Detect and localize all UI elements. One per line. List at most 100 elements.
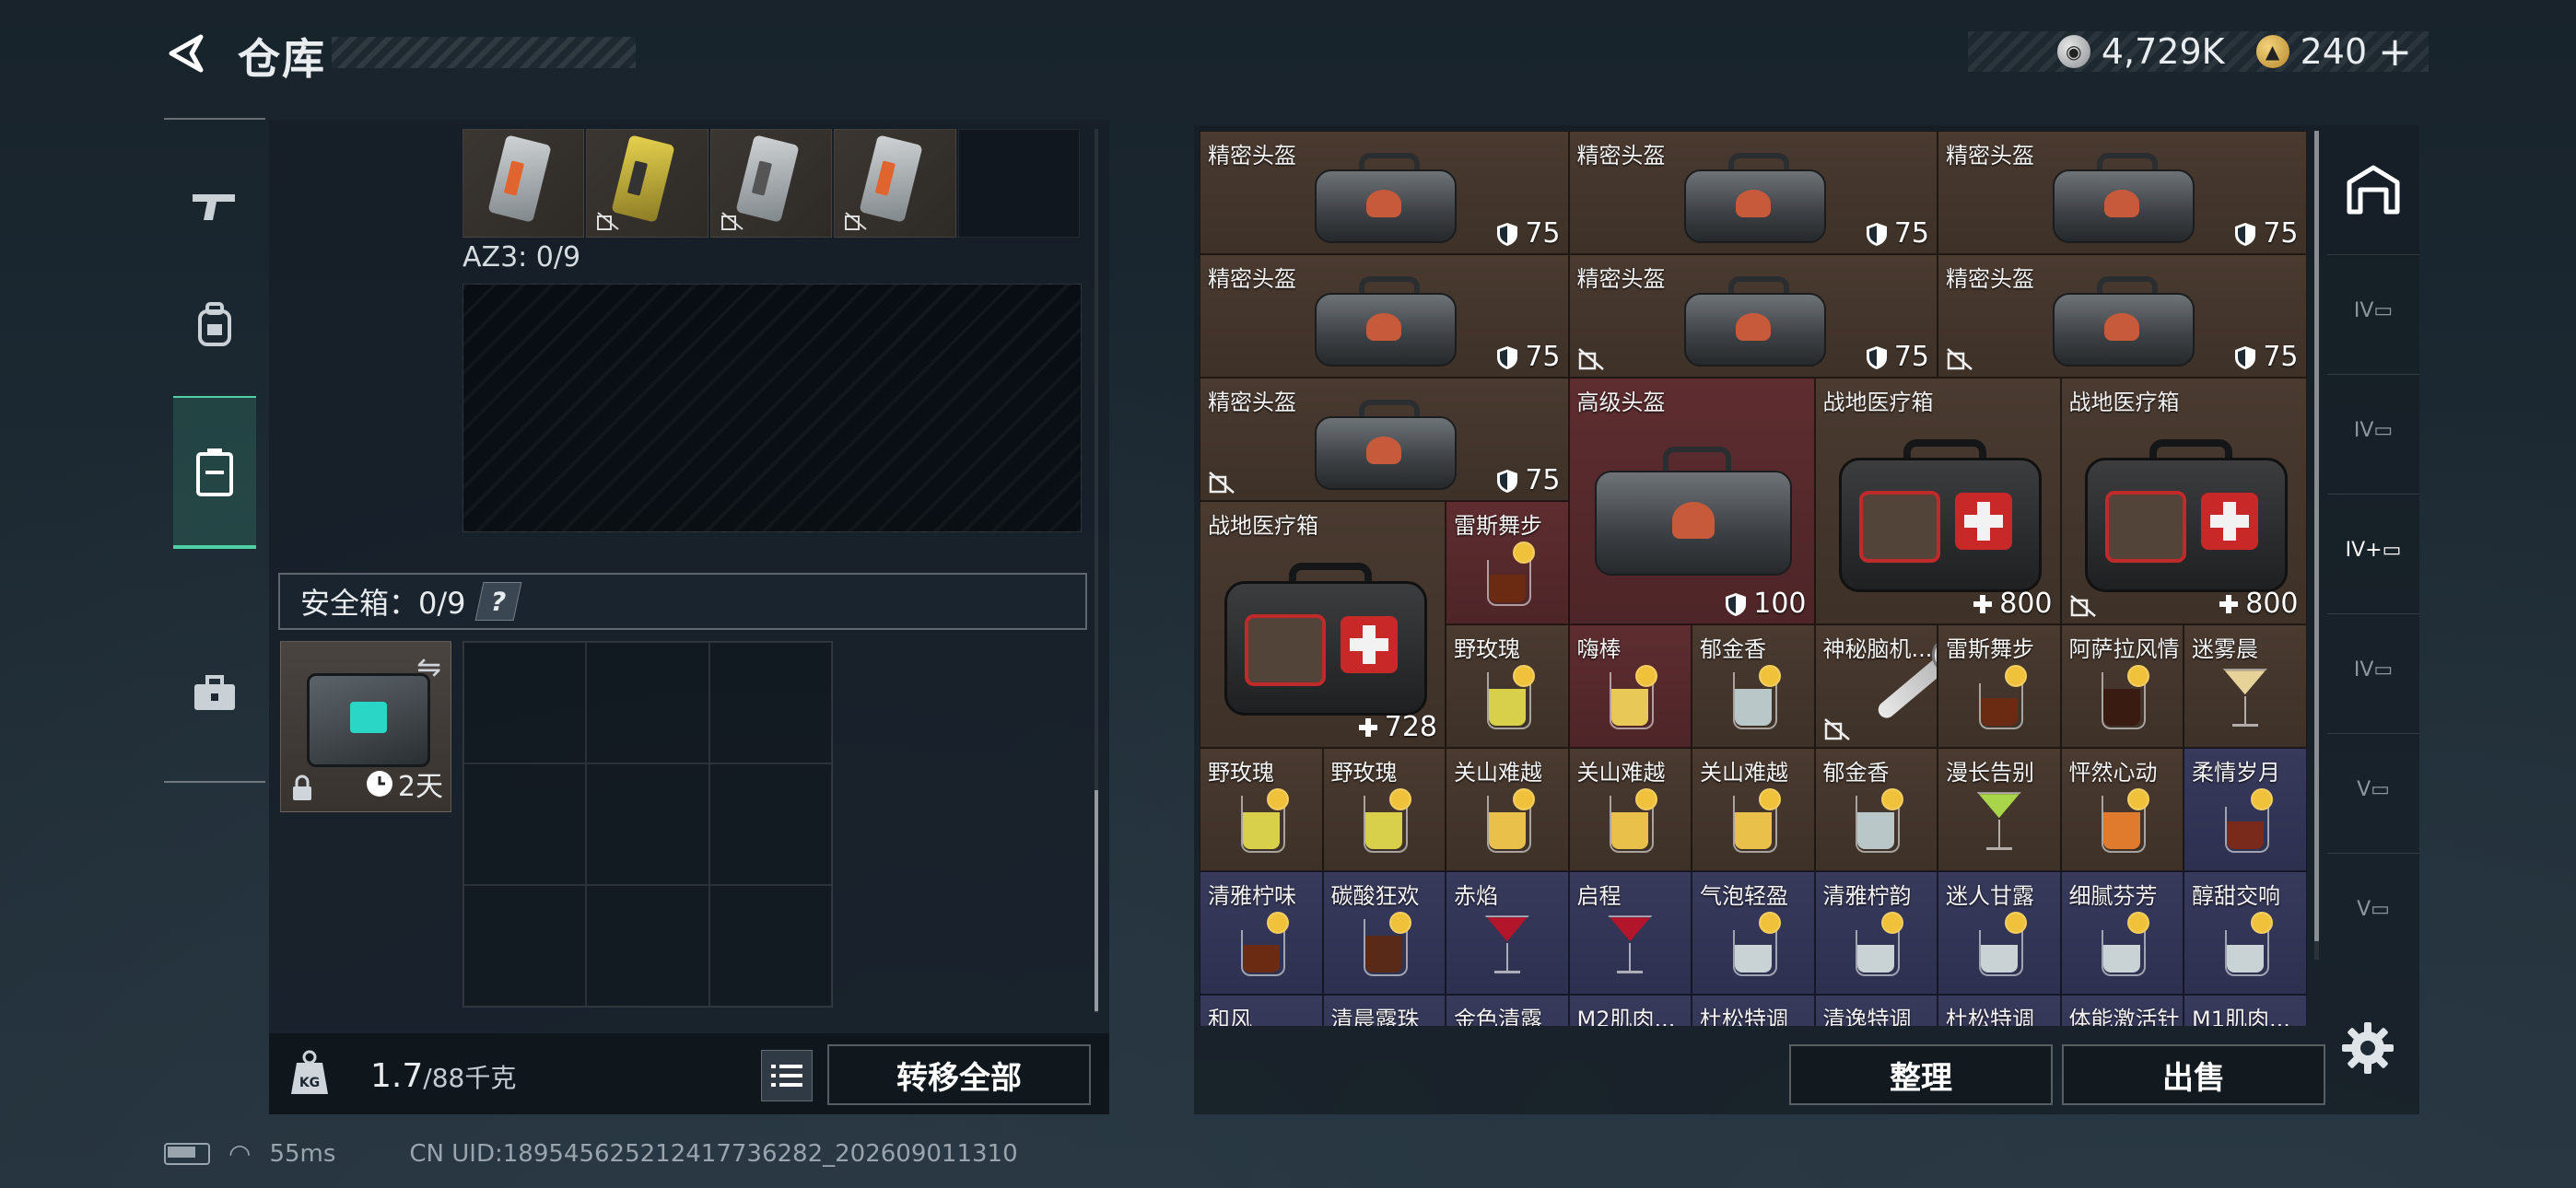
- drink-image: [1726, 912, 1781, 978]
- inventory-item[interactable]: 醇甜交响: [2184, 871, 2307, 995]
- inventory-item[interactable]: 柔情岁月: [2184, 748, 2307, 871]
- silver-coin-icon: ◉: [2056, 35, 2090, 68]
- safebox-grid[interactable]: [463, 641, 833, 1007]
- item-thumb[interactable]: [834, 129, 956, 238]
- inventory-item[interactable]: 和风: [1200, 995, 1323, 1026]
- item-durability: 75: [2233, 217, 2299, 250]
- inventory-item[interactable]: 体能激活针: [2060, 995, 2184, 1026]
- inventory-item[interactable]: 清雅柠韵: [1814, 871, 1938, 995]
- rail-weapons[interactable]: [173, 155, 256, 256]
- inventory-item[interactable]: 清逸特调: [1814, 995, 1938, 1026]
- tab-5[interactable]: V ▭: [2327, 733, 2419, 844]
- inventory-item[interactable]: 郁金香: [1814, 748, 1938, 871]
- inventory-item[interactable]: 清雅柠味: [1200, 871, 1323, 995]
- left-scrollbar-thumb[interactable]: [1095, 790, 1098, 1011]
- transfer-all-button[interactable]: 转移全部: [827, 1044, 1091, 1105]
- az3-grid[interactable]: [463, 284, 1082, 532]
- inventory-item[interactable]: 碳酸狂欢: [1322, 871, 1446, 995]
- inventory-item[interactable]: 杜松特调: [1692, 995, 1815, 1026]
- inventory-item[interactable]: 精密头盔 75: [1568, 131, 1938, 254]
- drink-image: [1356, 912, 1412, 978]
- helmet-bag-image: [1683, 276, 1826, 367]
- rail-equipment[interactable]: [173, 274, 256, 376]
- inventory-item[interactable]: 神秘脑机...: [1814, 624, 1938, 748]
- right-scrollbar-thumb[interactable]: [2314, 131, 2319, 941]
- inventory-item[interactable]: 气泡轻盈: [1692, 871, 1815, 995]
- medkit-image: [1839, 439, 2042, 593]
- item-name: 迷雾晨: [2192, 636, 2258, 662]
- inventory-item[interactable]: 嗨棒: [1568, 624, 1692, 748]
- back-button[interactable]: [158, 26, 214, 81]
- inventory-item[interactable]: 精密头盔 75: [1200, 131, 1569, 254]
- inventory-item[interactable]: 战地医疗箱 728: [1200, 501, 1446, 748]
- tab-2[interactable]: IV ▭: [2327, 374, 2419, 485]
- inventory-item[interactable]: 关山难越: [1446, 748, 1569, 871]
- tab-3[interactable]: IV+ ▭: [2327, 494, 2419, 605]
- inventory-item[interactable]: 精密头盔 75: [1938, 254, 2307, 378]
- tab-6[interactable]: V ▭: [2327, 853, 2419, 964]
- item-thumb[interactable]: [463, 129, 585, 238]
- helmet-bag-image: [1315, 276, 1458, 367]
- inventory-item[interactable]: 雷斯舞步: [1446, 501, 1569, 624]
- no-drag-icon: [597, 212, 620, 230]
- drink-image: [1602, 665, 1658, 731]
- item-thumb[interactable]: [709, 129, 833, 238]
- inventory-item[interactable]: 金色清露: [1446, 995, 1569, 1026]
- inventory-item[interactable]: 精密头盔 75: [1568, 254, 1938, 378]
- inventory-item[interactable]: 野玫瑰: [1446, 624, 1569, 748]
- rail-storage[interactable]: [173, 396, 256, 549]
- item-name: 清晨露珠: [1330, 1007, 1420, 1026]
- swap-icon[interactable]: ⇋: [416, 649, 441, 684]
- inventory-item[interactable]: 战地医疗箱 800: [1814, 378, 2061, 624]
- item-durability: 75: [1865, 341, 1929, 373]
- inventory-item[interactable]: 野玫瑰: [1200, 748, 1323, 871]
- item-name: 关山难越: [1454, 760, 1542, 786]
- status-bar: ◠ 55ms CN UID:18954562521241773628​2_202…: [164, 1138, 1018, 1169]
- item-name: 柔情岁月: [2192, 760, 2280, 786]
- inventory-item[interactable]: 细腻芬芳: [2060, 871, 2184, 995]
- tab-4[interactable]: IV ▭: [2327, 613, 2419, 725]
- item-name: 精密头盔: [1576, 266, 1666, 292]
- add-currency-button[interactable]: +: [2378, 29, 2412, 76]
- inventory-item[interactable]: 精密头盔 75: [1938, 131, 2307, 254]
- inventory-item[interactable]: 精密头盔 75: [1200, 254, 1569, 378]
- inventory-item[interactable]: 漫长告别: [1938, 748, 2061, 871]
- tab-all[interactable]: [2327, 134, 2419, 245]
- inventory-item[interactable]: 清晨露珠: [1322, 995, 1446, 1026]
- inventory-item[interactable]: 迷人甘露: [1938, 871, 2061, 995]
- clock-icon: [366, 771, 392, 797]
- inventory-item[interactable]: M1肌肉...: [2184, 995, 2307, 1026]
- inventory-item[interactable]: M2肌肉...: [1568, 995, 1692, 1026]
- inventory-item[interactable]: 赤焰: [1446, 871, 1569, 995]
- inventory-item[interactable]: 野玫瑰: [1322, 748, 1446, 871]
- drink-image: [2218, 788, 2273, 855]
- sort-button[interactable]: 整理: [1789, 1044, 2053, 1105]
- inventory-item[interactable]: 怦然心动: [2060, 748, 2184, 871]
- ping: 55ms: [269, 1139, 336, 1168]
- item-name: M1肌肉...: [2192, 1007, 2290, 1026]
- inventory-item[interactable]: 雷斯舞步: [1938, 624, 2061, 748]
- item-name: 清雅柠味: [1208, 883, 1296, 909]
- rail-medical[interactable]: [173, 643, 256, 744]
- drink-image: [2094, 788, 2150, 855]
- inventory-item[interactable]: 阿萨拉风情: [2060, 624, 2184, 748]
- settings-gear-icon[interactable]: [2340, 1020, 2395, 1076]
- sell-button[interactable]: 出售: [2062, 1044, 2325, 1105]
- helmet-bag-image: [2053, 153, 2195, 244]
- inventory-item[interactable]: 关山难越: [1568, 748, 1692, 871]
- item-thumb[interactable]: [586, 129, 708, 238]
- inventory-item[interactable]: 高级头盔 100: [1568, 378, 1815, 624]
- tab-1[interactable]: IV ▭: [2327, 254, 2419, 366]
- inventory-item[interactable]: 郁金香: [1692, 624, 1815, 748]
- inventory-item[interactable]: 精密头盔 75: [1200, 378, 1569, 501]
- inventory-item[interactable]: 杜松特调: [1938, 995, 2061, 1026]
- help-button[interactable]: ?: [474, 582, 521, 621]
- inventory-item[interactable]: 关山难越: [1692, 748, 1815, 871]
- list-view-button[interactable]: [761, 1050, 813, 1101]
- drink-image: [1234, 912, 1289, 978]
- item-name: 郁金香: [1700, 636, 1766, 662]
- inventory-item[interactable]: 迷雾晨: [2184, 624, 2307, 748]
- safebox-item[interactable]: ⇋ 2天: [280, 641, 451, 812]
- inventory-item[interactable]: 启程: [1568, 871, 1692, 995]
- inventory-item[interactable]: 战地医疗箱 800: [2060, 378, 2307, 624]
